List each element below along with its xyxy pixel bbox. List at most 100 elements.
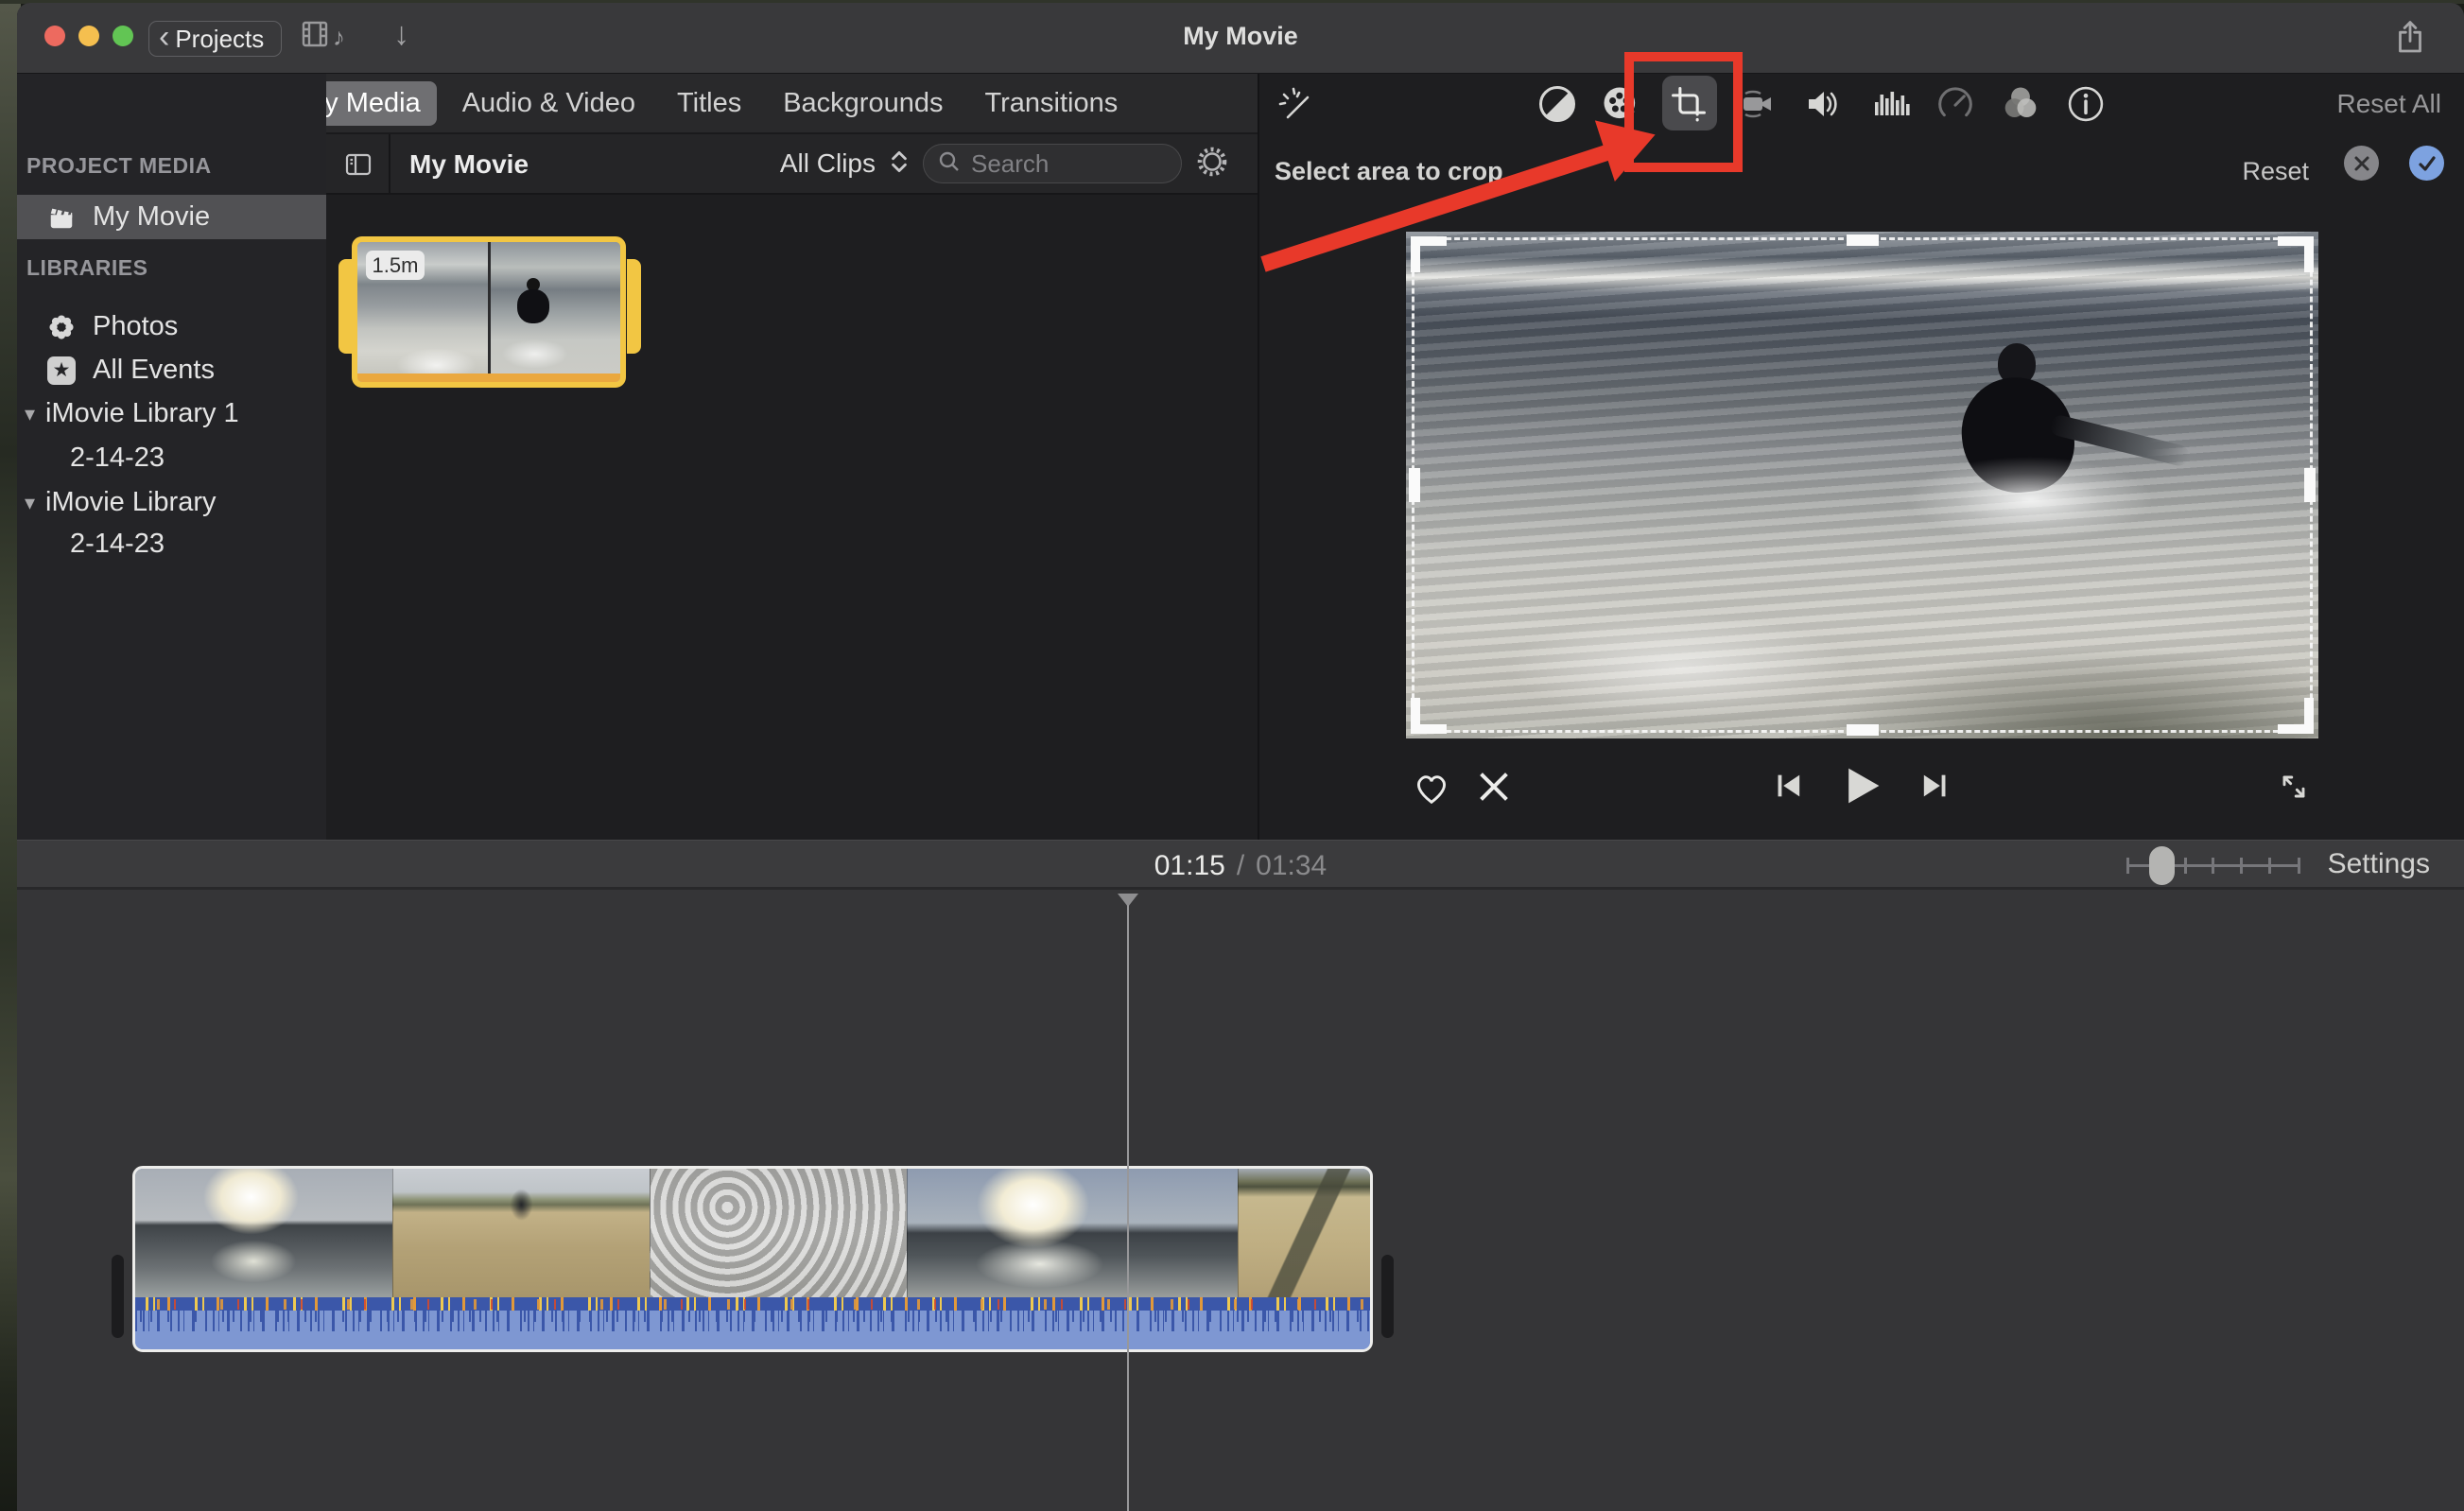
video-preview[interactable]	[1406, 232, 2318, 738]
sidebar-item-label: Photos	[93, 311, 178, 342]
reset-all-button[interactable]: Reset All	[2337, 89, 2442, 119]
clip-info-icon[interactable]	[2065, 83, 2107, 125]
timeline[interactable]	[17, 890, 2464, 1511]
media-browser-title: My Movie	[409, 149, 529, 180]
header-divider	[389, 134, 390, 193]
chevron-down-icon[interactable]: ▾	[25, 491, 35, 515]
crop-selection-overlay[interactable]	[1412, 237, 2313, 733]
crop-reset-button[interactable]: Reset	[2242, 157, 2309, 186]
close-window-button[interactable]	[44, 26, 65, 46]
sidebar-item-event-2-14-23[interactable]: 2-14-23	[17, 522, 326, 566]
back-to-projects-button[interactable]: ‹ Projects	[148, 21, 282, 57]
fullscreen-icon[interactable]	[2275, 768, 2313, 806]
sidebar-item-imovie-library-1[interactable]: ▾ iMovie Library 1	[17, 391, 326, 436]
search-input[interactable]	[969, 148, 1168, 180]
tab-audio-video[interactable]: Audio & Video	[446, 81, 651, 126]
photos-flower-icon	[47, 313, 76, 341]
sidebar-item-photos[interactable]: Photos	[17, 304, 326, 349]
sidebar-item-label: iMovie Library	[45, 487, 217, 518]
title-bar: ‹ Projects ♪ ↓ My Movie	[17, 3, 2464, 74]
imovie-window: ‹ Projects ♪ ↓ My Movie	[17, 3, 2464, 1511]
clip-trim-handle-right[interactable]	[627, 259, 641, 354]
zoom-window-button[interactable]	[113, 26, 133, 46]
filmstrip-frame-surf	[650, 1169, 907, 1297]
clip-thumbnail-frame	[489, 242, 620, 382]
media-browser-icon[interactable]: ♪	[301, 18, 345, 52]
viewer-transport-bar	[1259, 755, 2464, 830]
volume-icon[interactable]	[1801, 83, 1843, 125]
timeline-filmstrip	[135, 1169, 1370, 1297]
chevron-down-icon[interactable]: ▾	[25, 402, 35, 426]
noise-reduction-eq-icon[interactable]	[1869, 83, 1911, 125]
filmstrip-frame-sunset	[135, 1169, 392, 1297]
crop-corner-handle[interactable]	[2278, 236, 2314, 272]
play-button[interactable]	[1840, 764, 1883, 812]
crop-corner-handle[interactable]	[1411, 236, 1447, 272]
clip-trim-handle-left[interactable]	[338, 259, 353, 354]
clapperboard-icon	[47, 203, 76, 232]
skip-to-end-button[interactable]	[1917, 770, 1950, 807]
sidebar-item-all-events[interactable]: ★ All Events	[17, 348, 326, 392]
back-chevron-icon: ‹	[159, 21, 169, 53]
crop-edge-handle[interactable]	[1847, 724, 1879, 736]
window-title: My Movie	[1183, 22, 1298, 51]
crop-hint-label: Select area to crop	[1275, 157, 1503, 186]
timeline-zoom-slider[interactable]	[2126, 846, 2300, 884]
filmstrip-frame-sunset-2	[907, 1169, 1238, 1297]
timecode-display: 01:15 / 01:34	[1154, 850, 1327, 882]
total-duration: 01:34	[1256, 850, 1327, 882]
current-time: 01:15	[1154, 850, 1225, 882]
timeline-clip[interactable]	[132, 1166, 1373, 1352]
project-media-header: PROJECT MEDIA	[26, 153, 212, 179]
all-events-star-icon: ★	[47, 356, 76, 385]
import-download-icon[interactable]: ↓	[393, 16, 409, 53]
clip-filters-icon[interactable]	[2000, 83, 2041, 125]
tab-transitions[interactable]: Transitions	[968, 81, 1134, 126]
tab-titles[interactable]: Titles	[661, 81, 757, 126]
selected-media-clip[interactable]: 1.5m	[352, 236, 626, 388]
filmstrip-frame-sand	[1238, 1169, 1370, 1297]
skip-to-start-button[interactable]	[1774, 770, 1806, 807]
crop-cancel-button[interactable]	[2344, 146, 2379, 181]
sidebar: PROJECT MEDIA My Movie LIBRARIES	[17, 74, 326, 842]
sidebar-item-label: 2-14-23	[70, 529, 165, 560]
music-note-icon: ♪	[333, 23, 345, 52]
sidebar-item-my-movie[interactable]: My Movie	[17, 195, 326, 239]
crop-edge-handle[interactable]	[1409, 468, 1420, 502]
sidebar-item-label: iMovie Library 1	[45, 398, 239, 429]
imovie-app: ‹ Projects ♪ ↓ My Movie	[0, 0, 2464, 1511]
crop-corner-handle[interactable]	[2278, 698, 2314, 734]
timecode-bar: 01:15 / 01:34 Settings	[17, 840, 2464, 890]
crop-edge-handle[interactable]	[2304, 468, 2316, 502]
browser-settings-gear-icon[interactable]	[1195, 145, 1229, 183]
crop-apply-button[interactable]	[2409, 146, 2444, 181]
filmstrip-frame-beach-walk	[392, 1169, 650, 1297]
sidebar-item-imovie-library[interactable]: ▾ iMovie Library	[17, 480, 326, 525]
playhead-line[interactable]	[1127, 905, 1129, 1511]
timeline-trim-handle-right[interactable]	[1381, 1255, 1394, 1338]
person-silhouette	[517, 278, 549, 327]
sidebar-item-label: My Movie	[93, 201, 210, 233]
slider-thumb[interactable]	[2149, 846, 2175, 885]
back-to-projects-label: Projects	[175, 25, 264, 54]
audio-waveform	[135, 1297, 1370, 1349]
speed-icon[interactable]	[1935, 83, 1976, 125]
libraries-header: LIBRARIES	[26, 255, 147, 281]
clip-filter-value[interactable]: All Clips	[780, 148, 876, 179]
time-separator: /	[1237, 850, 1244, 882]
stabilization-camera-icon[interactable]	[1737, 83, 1779, 125]
sidebar-item-label: 2-14-23	[70, 443, 165, 474]
search-field[interactable]	[923, 144, 1182, 183]
enhance-magic-wand-icon[interactable]	[1275, 83, 1316, 125]
timeline-settings-button[interactable]: Settings	[2328, 848, 2430, 880]
crop-corner-handle[interactable]	[1411, 698, 1447, 734]
share-icon[interactable]	[2390, 18, 2430, 62]
tab-backgrounds[interactable]: Backgrounds	[767, 81, 959, 126]
crop-edge-handle[interactable]	[1847, 234, 1879, 246]
sidebar-item-event-2-14-23[interactable]: 2-14-23	[17, 436, 326, 480]
minimize-window-button[interactable]	[78, 26, 99, 46]
sidebar-toggle-icon[interactable]	[343, 149, 373, 184]
color-balance-icon[interactable]	[1536, 83, 1578, 125]
clip-filter-stepper-icon[interactable]	[889, 148, 910, 181]
timeline-trim-handle-left[interactable]	[112, 1255, 124, 1338]
